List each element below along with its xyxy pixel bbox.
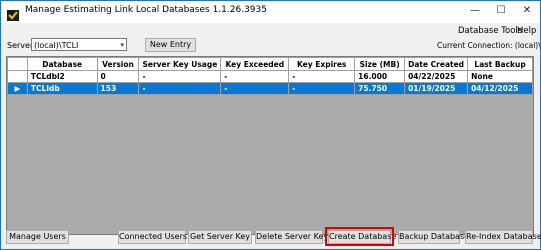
column-header[interactable]: Version [96, 57, 140, 71]
connected-users-button[interactable]: Connected Users [118, 230, 187, 244]
cell-date-created: 01/19/2025 [404, 82, 469, 95]
cell-database: TCLIdb [26, 82, 98, 95]
current-connection-label: Current Connection: (local)\TCLI [437, 41, 541, 50]
row-marker[interactable]: ▶ [7, 82, 28, 95]
manage-users-button[interactable]: Manage Users [6, 230, 69, 244]
new-entry-button[interactable]: New Entry [145, 38, 196, 52]
cell-date-created: 04/22/2025 [404, 70, 469, 83]
column-header[interactable]: Date Created [404, 57, 469, 71]
row-marker[interactable] [7, 70, 28, 83]
minimize-icon[interactable]: — [468, 5, 482, 16]
cell-server-key-usage: - [138, 70, 222, 83]
cell-last-backup: None [467, 70, 533, 83]
backup-database-button[interactable]: Backup Database [398, 230, 469, 244]
server-label: Server [7, 41, 34, 50]
cell-server-key-usage: - [138, 82, 222, 95]
maximize-icon[interactable]: ☐ [494, 5, 508, 16]
server-select-value: (local)\TCLI [34, 41, 79, 50]
database-table: Database Version Server Key Usage Key Ex… [7, 57, 533, 95]
get-server-key-button[interactable]: Get Server Key [188, 230, 252, 244]
table-header-row: Database Version Server Key Usage Key Ex… [7, 57, 533, 71]
cell-key-expires: - [288, 82, 356, 95]
main-window: Manage Estimating Link Local Databases 1… [0, 0, 541, 250]
server-select[interactable]: (local)\TCLI ▾ [31, 38, 127, 51]
delete-server-key-button[interactable]: Delete Server Key [255, 230, 328, 244]
app-logo-icon [7, 6, 19, 21]
column-header[interactable]: Size (MB) [354, 57, 406, 71]
column-header[interactable]: Last Backup [467, 57, 533, 71]
cell-key-exceeded: - [220, 82, 290, 95]
column-header[interactable]: Server Key Usage [138, 57, 222, 71]
menu-help[interactable]: Help [517, 26, 536, 36]
row-header-corner [7, 57, 28, 71]
title-bar: Manage Estimating Link Local Databases 1… [1, 1, 540, 23]
column-header[interactable]: Key Exceeded [220, 57, 290, 71]
menu-database-tools[interactable]: Database Tools [458, 26, 522, 36]
cell-database: TCLdbl2 [26, 70, 98, 83]
cell-key-expires: - [288, 70, 356, 83]
database-grid[interactable]: Database Version Server Key Usage Key Ex… [6, 56, 534, 235]
reindex-database-button[interactable]: Re-Index Database [465, 230, 541, 244]
table-row[interactable]: ▶ TCLIdb 153 - - - 75.750 01/19/2025 04/… [7, 82, 533, 95]
cell-last-backup: 04/12/2025 [467, 82, 533, 95]
cell-version: 153 [96, 82, 140, 95]
window-title: Manage Estimating Link Local Databases 1… [25, 5, 267, 15]
cell-key-exceeded: - [220, 70, 290, 83]
column-header[interactable]: Key Expires [288, 57, 356, 71]
create-database-highlight [325, 227, 394, 246]
table-row[interactable]: TCLdbl2 0 - - - 16.000 04/22/2025 None [7, 70, 533, 83]
chevron-down-icon: ▾ [120, 41, 124, 49]
cell-version: 0 [96, 70, 140, 83]
cell-size: 75.750 [354, 82, 406, 95]
cell-size: 16.000 [354, 70, 406, 83]
column-header[interactable]: Database [26, 57, 98, 71]
close-icon[interactable]: ✕ [520, 5, 534, 16]
